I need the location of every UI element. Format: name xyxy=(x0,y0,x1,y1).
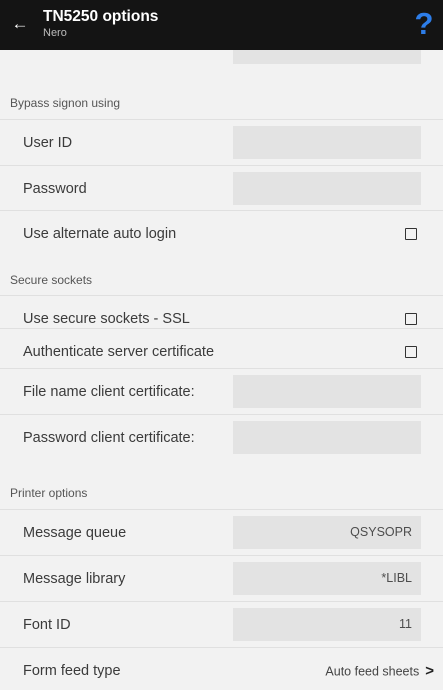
alternate-login-label: Use alternate auto login xyxy=(23,225,177,242)
font-id-input[interactable]: 11 xyxy=(233,608,421,641)
client-cert-file-label: File name client certificate: xyxy=(23,383,195,400)
alternate-login-checkbox[interactable] xyxy=(405,227,417,240)
message-library-label: Message library xyxy=(23,570,126,587)
message-library-row: Message library *LIBL xyxy=(0,555,443,601)
auth-cert-checkbox[interactable] xyxy=(405,345,417,358)
client-cert-password-input[interactable] xyxy=(233,421,421,454)
font-id-label: Font ID xyxy=(23,616,71,633)
chevron-right-icon: > xyxy=(425,662,434,679)
user-id-row: User ID xyxy=(0,119,443,165)
client-cert-password-label: Password client certificate: xyxy=(23,429,195,446)
client-cert-password-row: Password client certificate: xyxy=(0,414,443,460)
help-icon[interactable]: ? xyxy=(411,4,437,44)
alternate-login-row[interactable]: Use alternate auto login xyxy=(0,210,443,256)
ssl-label: Use secure sockets - SSL xyxy=(23,310,190,327)
app-bar: ← TN5250 options Nero ? xyxy=(0,0,443,50)
title-block: TN5250 options Nero xyxy=(43,7,158,41)
user-id-label: User ID xyxy=(23,134,73,151)
back-arrow-icon[interactable]: ← xyxy=(11,14,29,34)
font-id-row: Font ID 11 xyxy=(0,601,443,647)
message-queue-label: Message queue xyxy=(23,524,127,541)
password-input[interactable] xyxy=(233,172,421,205)
settings-list[interactable]: Bypass signon using User ID Password Use… xyxy=(0,50,443,690)
message-queue-input[interactable]: QSYSOPR xyxy=(233,516,421,549)
password-label: Password xyxy=(23,180,87,197)
section-header-printer: Printer options xyxy=(10,486,88,500)
client-cert-file-input[interactable] xyxy=(233,375,421,408)
form-feed-row[interactable]: Form feed type Auto feed sheets > xyxy=(0,647,443,690)
section-header-bypass: Bypass signon using xyxy=(10,96,121,110)
form-feed-value[interactable]: Auto feed sheets > xyxy=(325,662,434,679)
form-feed-value-text: Auto feed sheets xyxy=(325,664,420,678)
partial-input-field[interactable] xyxy=(233,50,421,64)
ssl-checkbox[interactable] xyxy=(405,312,417,325)
page-subtitle: Nero xyxy=(43,27,67,39)
message-library-input[interactable]: *LIBL xyxy=(233,562,421,595)
user-id-input[interactable] xyxy=(233,126,421,159)
password-row: Password xyxy=(0,165,443,211)
section-header-secure: Secure sockets xyxy=(10,273,93,287)
form-feed-label: Form feed type xyxy=(23,662,121,679)
message-queue-row: Message queue QSYSOPR xyxy=(0,509,443,555)
page-title: TN5250 options xyxy=(43,8,159,25)
auth-cert-label: Authenticate server certificate xyxy=(23,343,215,360)
client-cert-file-row: File name client certificate: xyxy=(0,368,443,414)
